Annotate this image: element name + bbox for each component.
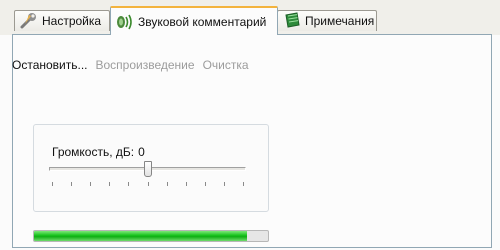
slider-tick — [223, 182, 225, 186]
stop-button[interactable]: Остановить... — [12, 58, 88, 72]
slider-tick — [185, 182, 187, 186]
recording-progress-bar — [33, 230, 269, 242]
recording-toolbar: Остановить... Воспроизведение Очистка — [12, 58, 249, 72]
volume-slider[interactable] — [48, 160, 248, 190]
slider-tick — [90, 182, 92, 186]
tab-notes[interactable]: Примечания — [277, 10, 377, 31]
tab-label: Звуковой комментарий — [138, 14, 267, 29]
slider-tick — [243, 182, 244, 186]
slider-thumb[interactable] — [143, 161, 152, 177]
slider-tick — [166, 182, 168, 186]
tab-strip: Настройка Звуковой комментарий Примечани… — [0, 0, 500, 35]
volume-label-text: Громкость, дБ: — [52, 145, 135, 159]
play-button[interactable]: Воспроизведение — [96, 58, 195, 72]
speaker-icon — [115, 13, 135, 31]
progress-fill — [34, 231, 247, 241]
slider-tick — [128, 182, 130, 186]
volume-label: Громкость, дБ: 0 — [52, 145, 149, 159]
tab-label: Настройка — [42, 14, 102, 28]
slider-tick — [147, 182, 149, 186]
notebook-icon — [282, 12, 302, 30]
volume-value: 0 — [138, 145, 145, 159]
wrench-icon — [19, 12, 39, 30]
tab-label: Примечания — [305, 14, 375, 28]
slider-tick — [204, 182, 206, 186]
slider-tick — [109, 182, 111, 186]
slider-tick — [71, 182, 73, 186]
tab-sound-comment[interactable]: Звуковой комментарий — [110, 6, 278, 35]
clear-button[interactable]: Очистка — [203, 58, 249, 72]
tab-settings[interactable]: Настройка — [14, 10, 110, 31]
slider-tick — [52, 182, 53, 186]
